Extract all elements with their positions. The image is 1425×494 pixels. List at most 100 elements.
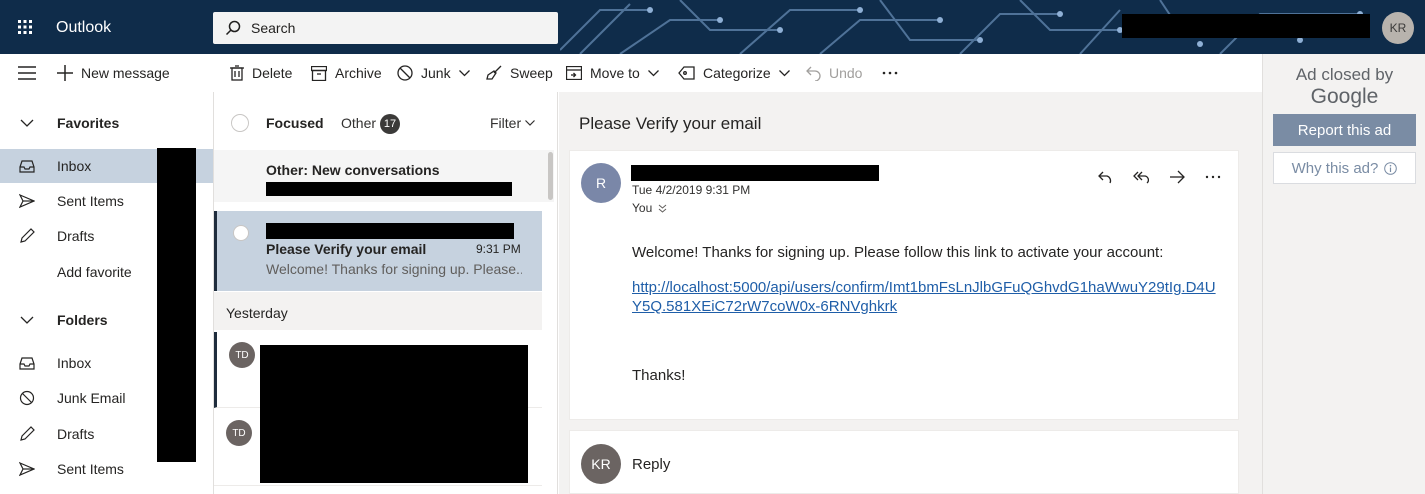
- sidebar-item-label: Drafts: [57, 426, 95, 442]
- avatar: KR: [581, 444, 621, 484]
- junk-label: Junk: [421, 65, 451, 81]
- info-icon: [1384, 161, 1398, 175]
- block-icon: [19, 390, 35, 406]
- report-ad-button[interactable]: Report this ad: [1273, 114, 1416, 146]
- filter-button[interactable]: Filter: [490, 115, 536, 131]
- plus-icon: [57, 65, 73, 81]
- block-icon: [397, 65, 413, 81]
- redacted-region: [157, 148, 196, 462]
- chevron-down-icon: [20, 119, 34, 127]
- move-to-label: Move to: [590, 65, 640, 81]
- email-body-text: Welcome! Thanks for signing up. Please f…: [632, 244, 1164, 261]
- favorites-label: Favorites: [57, 115, 120, 131]
- folders-label: Folders: [57, 312, 108, 328]
- add-favorite-label: Add favorite: [57, 264, 132, 280]
- avatar: TD: [226, 420, 252, 446]
- more-options-icon[interactable]: [882, 54, 898, 92]
- archive-icon: [311, 65, 327, 81]
- command-bar: New message Delete Archive Junk Sweep Mo…: [0, 54, 1262, 92]
- email-recipients[interactable]: You: [632, 201, 667, 215]
- reply-box[interactable]: KR Reply: [569, 430, 1239, 494]
- avatar[interactable]: R: [581, 163, 621, 203]
- redacted-region: [260, 345, 528, 483]
- chevron-down-icon: [778, 69, 790, 76]
- tag-icon: [678, 66, 695, 80]
- other-new-conversations[interactable]: Other: New conversations: [214, 150, 554, 202]
- delete-button[interactable]: Delete: [230, 54, 292, 92]
- message-list: Focused Other 17 Filter Other: New conve…: [213, 92, 558, 494]
- redacted-region: [1122, 14, 1370, 38]
- archive-button[interactable]: Archive: [311, 54, 382, 92]
- ad-closed-label: Ad closed by: [1295, 65, 1394, 84]
- undo-label: Undo: [829, 65, 863, 81]
- undo-button[interactable]: Undo: [806, 54, 862, 92]
- message-preview: Welcome! Thanks for signing up. Please..…: [266, 261, 522, 277]
- search-icon: [225, 20, 241, 36]
- trash-icon: [230, 65, 244, 81]
- avatar[interactable]: KR: [1382, 12, 1414, 44]
- email-closing: Thanks!: [632, 367, 686, 384]
- sidebar-item-label: Inbox: [57, 158, 92, 174]
- why-this-ad-button[interactable]: Why this ad?: [1273, 152, 1416, 184]
- other-new-label: Other: New conversations: [266, 162, 440, 178]
- inbox-icon: [19, 357, 35, 370]
- sidebar-item-label: Sent Items: [57, 193, 124, 209]
- reply-icon[interactable]: [1097, 169, 1113, 185]
- sidebar-item-label: Junk Email: [57, 390, 126, 406]
- reading-pane: Please Verify your email R Tue 4/2/2019 …: [559, 92, 1262, 494]
- email-actions: [1097, 169, 1221, 185]
- why-this-ad-label: Why this ad?: [1291, 159, 1379, 177]
- move-folder-icon: [566, 66, 582, 80]
- chevron-down-icon: [647, 69, 659, 76]
- list-item[interactable]: Please Verify your email 9:31 PM Welcome…: [214, 211, 542, 291]
- delete-label: Delete: [252, 65, 293, 81]
- junk-button[interactable]: Junk: [397, 54, 470, 92]
- sweep-label: Sweep: [510, 65, 553, 81]
- send-icon: [19, 193, 35, 209]
- chevron-down-icon: [525, 120, 536, 126]
- pencil-icon: [20, 426, 35, 441]
- forward-icon[interactable]: [1169, 169, 1185, 185]
- app-launcher-icon[interactable]: [0, 0, 50, 54]
- recipient-label: You: [632, 201, 653, 215]
- new-message-label: New message: [81, 65, 170, 81]
- sweep-button[interactable]: Sweep: [486, 54, 553, 92]
- message-time: 9:31 PM: [476, 242, 521, 256]
- message-tabs: Focused Other 17 Filter: [214, 92, 559, 148]
- tab-other[interactable]: Other: [341, 115, 376, 131]
- search-box[interactable]: Search: [213, 12, 558, 44]
- avatar: TD: [229, 342, 255, 368]
- redacted-region: [631, 165, 879, 181]
- ad-pane: Ad closed by Google Report this ad Why t…: [1262, 54, 1425, 494]
- filter-label: Filter: [490, 115, 522, 131]
- favorites-header[interactable]: Favorites: [0, 106, 213, 140]
- double-chevron-down-icon: [658, 204, 667, 213]
- new-message-button[interactable]: New message: [57, 54, 170, 92]
- pencil-icon: [20, 228, 35, 243]
- more-options-icon[interactable]: [1205, 169, 1221, 185]
- move-to-button[interactable]: Move to: [566, 54, 659, 92]
- date-group-label: Yesterday: [226, 305, 288, 321]
- select-all-checkbox[interactable]: [231, 114, 249, 132]
- hamburger-menu-icon[interactable]: [18, 54, 36, 92]
- tab-focused[interactable]: Focused: [266, 115, 324, 131]
- app-title[interactable]: Outlook: [56, 0, 111, 54]
- search-label: Search: [251, 20, 296, 36]
- ad-closed-notice: Ad closed by Google: [1263, 64, 1425, 108]
- select-radio[interactable]: [233, 225, 249, 241]
- undo-icon: [806, 66, 821, 81]
- date-group-header: Yesterday: [214, 292, 542, 330]
- reply-label: Reply: [632, 456, 671, 473]
- sidebar-item-label: Sent Items: [57, 461, 124, 477]
- reply-all-icon[interactable]: [1133, 169, 1149, 185]
- scrollbar[interactable]: [548, 152, 553, 200]
- send-icon: [19, 461, 35, 477]
- categorize-button[interactable]: Categorize: [678, 54, 790, 92]
- sidebar-item-label: Inbox: [57, 355, 92, 371]
- confirmation-link[interactable]: http://localhost:5000/api/users/confirm/…: [632, 278, 1222, 316]
- archive-label: Archive: [335, 65, 382, 81]
- broom-icon: [486, 65, 502, 80]
- redacted-region: [266, 223, 514, 239]
- email-date: Tue 4/2/2019 9:31 PM: [632, 183, 751, 197]
- email-subject: Please Verify your email: [579, 114, 762, 133]
